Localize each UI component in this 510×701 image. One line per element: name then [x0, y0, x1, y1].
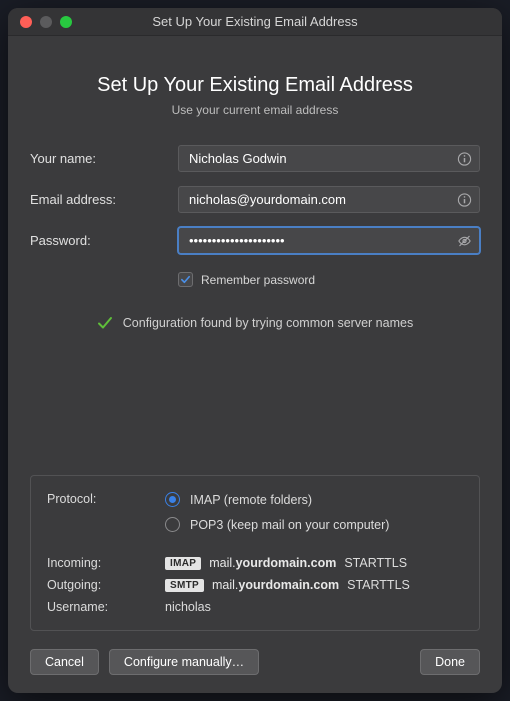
zoom-window-button[interactable]	[60, 16, 72, 28]
page-title: Set Up Your Existing Email Address	[30, 74, 480, 97]
info-icon[interactable]	[457, 192, 472, 207]
password-label: Password:	[30, 233, 178, 248]
remember-password-label: Remember password	[201, 273, 315, 287]
name-input[interactable]	[178, 145, 480, 172]
window-controls	[8, 16, 72, 28]
password-input[interactable]	[178, 227, 480, 254]
minimize-window-button[interactable]	[40, 16, 52, 28]
done-button[interactable]: Done	[420, 649, 480, 675]
protocol-pop3-option[interactable]: POP3 (keep mail on your computer)	[165, 517, 389, 532]
email-input[interactable]	[178, 186, 480, 213]
close-window-button[interactable]	[20, 16, 32, 28]
name-row: Your name:	[30, 145, 480, 172]
username-label: Username:	[47, 600, 165, 614]
incoming-value: IMAP mail.yourdomain.com STARTTLS	[165, 556, 463, 570]
page-subtitle: Use your current email address	[30, 103, 480, 117]
email-row: Email address:	[30, 186, 480, 213]
checkmark-icon	[97, 315, 113, 331]
cancel-button[interactable]: Cancel	[30, 649, 99, 675]
password-row: Password:	[30, 227, 480, 254]
remember-password-row: Remember password	[178, 272, 480, 287]
titlebar: Set Up Your Existing Email Address	[8, 8, 502, 36]
radio-icon	[165, 492, 180, 507]
outgoing-label: Outgoing:	[47, 578, 165, 592]
dialog-window: Set Up Your Existing Email Address Set U…	[8, 8, 502, 693]
info-icon[interactable]	[457, 151, 472, 166]
outgoing-value: SMTP mail.yourdomain.com STARTTLS	[165, 578, 463, 592]
footer-buttons: Cancel Configure manually… Done	[30, 649, 480, 675]
hero: Set Up Your Existing Email Address Use y…	[30, 74, 480, 117]
status-message: Configuration found by trying common ser…	[123, 316, 413, 330]
configure-manually-button[interactable]: Configure manually…	[109, 649, 259, 675]
imap-badge: IMAP	[165, 557, 201, 570]
username-value: nicholas	[165, 600, 463, 614]
server-config-box: Protocol: IMAP (remote folders) POP3 (ke…	[30, 475, 480, 631]
check-icon	[180, 274, 191, 285]
radio-icon	[165, 517, 180, 532]
remember-password-checkbox[interactable]	[178, 272, 193, 287]
email-label: Email address:	[30, 192, 178, 207]
window-title: Set Up Your Existing Email Address	[8, 14, 502, 29]
dialog-content: Set Up Your Existing Email Address Use y…	[8, 36, 502, 693]
protocol-imap-label: IMAP (remote folders)	[190, 493, 312, 507]
name-label: Your name:	[30, 151, 178, 166]
status-row: Configuration found by trying common ser…	[30, 315, 480, 331]
incoming-label: Incoming:	[47, 556, 165, 570]
eye-off-icon[interactable]	[457, 233, 472, 248]
protocol-label: Protocol:	[47, 492, 165, 506]
protocol-pop3-label: POP3 (keep mail on your computer)	[190, 518, 389, 532]
protocol-imap-option[interactable]: IMAP (remote folders)	[165, 492, 389, 507]
smtp-badge: SMTP	[165, 579, 204, 592]
